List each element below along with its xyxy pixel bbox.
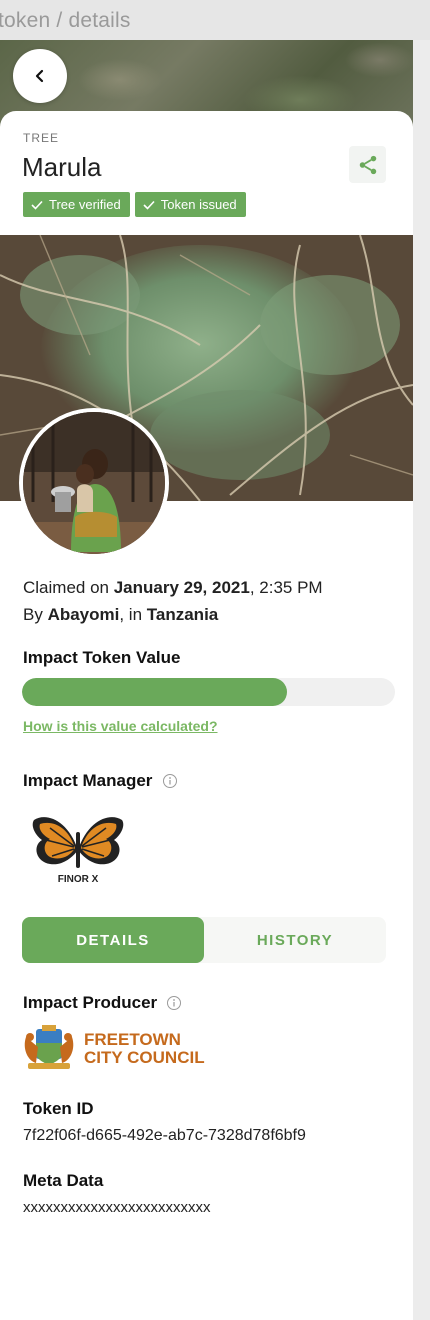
finor-logo-text: FINOR X bbox=[58, 874, 99, 885]
details-history-tabs: DETAILS HISTORY bbox=[22, 917, 386, 963]
share-icon bbox=[359, 155, 376, 174]
impact-producer-title: Impact Producer bbox=[23, 993, 158, 1012]
impact-manager-logo: FINOR X bbox=[28, 812, 130, 888]
claim-country: Tanzania bbox=[146, 605, 219, 624]
check-icon bbox=[143, 200, 155, 210]
claimer-avatar bbox=[19, 408, 169, 558]
impact-token-title: Impact Token Value bbox=[23, 648, 181, 667]
tab-details[interactable]: DETAILS bbox=[22, 917, 204, 963]
claim-time: , 2:35 PM bbox=[249, 578, 323, 597]
claim-by-prefix: By bbox=[23, 605, 48, 624]
claimer-name: Abayomi bbox=[47, 605, 120, 624]
claim-by-line: By Abayomi, in Tanzania bbox=[23, 601, 323, 628]
scrollbar-track[interactable] bbox=[413, 40, 430, 1320]
check-icon bbox=[31, 200, 43, 210]
status-badge: Token issued bbox=[134, 192, 246, 217]
producer-logo-line1: FREETOWN bbox=[84, 1030, 181, 1049]
asset-type-label: TREE bbox=[23, 131, 60, 145]
status-badge: Tree verified bbox=[23, 192, 130, 217]
status-badges: Tree verified Token issued bbox=[23, 192, 246, 217]
impact-producer-logo: FREETOWN CITY COUNCIL bbox=[22, 1023, 222, 1073]
claim-date-line: Claimed on January 29, 2021, 2:35 PM bbox=[23, 574, 323, 601]
token-id-title: Token ID bbox=[23, 1099, 94, 1118]
tab-history[interactable]: HISTORY bbox=[204, 917, 386, 963]
claim-date: January 29, 2021 bbox=[113, 578, 250, 597]
impact-token-progress-fill bbox=[22, 678, 287, 706]
badge-label: Tree verified bbox=[49, 197, 121, 212]
badge-label: Token issued bbox=[160, 197, 237, 212]
claim-info: Claimed on January 29, 2021, 2:35 PM By … bbox=[23, 574, 323, 628]
breadcrumb: token / details bbox=[0, 9, 131, 32]
token-id-value: 7f22f06f-d665-492e-ab7c-7328d78f6bf9 bbox=[23, 1127, 306, 1144]
chevron-left-icon bbox=[35, 69, 44, 83]
share-button[interactable] bbox=[349, 146, 386, 183]
claim-in-prefix: , in bbox=[119, 605, 147, 624]
value-calculation-link[interactable]: How is this value calculated? bbox=[23, 718, 218, 734]
claim-prefix: Claimed on bbox=[23, 578, 114, 597]
asset-title: Marula bbox=[22, 152, 102, 182]
meta-data-value: xxxxxxxxxxxxxxxxxxxxxxxxx bbox=[23, 1199, 211, 1216]
token-details-card: TREE Marula Tree verified Token issued C… bbox=[0, 111, 413, 1320]
meta-data-title: Meta Data bbox=[23, 1171, 104, 1190]
impact-token-progress bbox=[22, 678, 395, 706]
producer-logo-line2: CITY COUNCIL bbox=[84, 1048, 205, 1067]
back-button[interactable] bbox=[13, 49, 67, 103]
info-icon[interactable] bbox=[162, 773, 178, 789]
impact-manager-title: Impact Manager bbox=[23, 771, 153, 790]
info-icon[interactable] bbox=[166, 995, 182, 1011]
